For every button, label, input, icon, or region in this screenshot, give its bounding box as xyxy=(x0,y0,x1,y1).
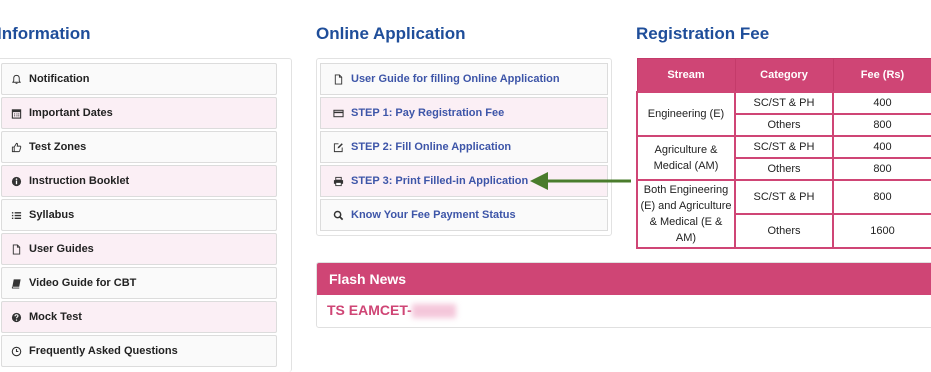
info-item-syllabus[interactable]: Syllabus xyxy=(1,199,277,231)
flash-news-text: TS EAMCET- xyxy=(327,302,412,318)
fee-cell: 800 xyxy=(832,179,931,215)
question-circle-icon xyxy=(10,311,22,323)
app-item-label: STEP 3: Print Filled-in Application xyxy=(351,175,529,187)
arrow-pointer-icon xyxy=(530,172,631,190)
info-item-label: Syllabus xyxy=(29,209,75,221)
info-item-label: Video Guide for CBT xyxy=(29,277,137,289)
category-cell: Others xyxy=(734,213,834,249)
table-row: Both Engineering (E) and Agriculture & M… xyxy=(636,179,931,249)
online-application-panel: User Guide for filling Online Applicatio… xyxy=(316,58,612,236)
info-item-important-dates[interactable]: Important Dates xyxy=(1,97,277,129)
info-item-test-zones[interactable]: Test Zones xyxy=(1,131,277,163)
fee-cell: 400 xyxy=(832,135,931,159)
stream-cell: Both Engineering (E) and Agriculture & M… xyxy=(636,179,736,249)
book-icon xyxy=(10,277,22,289)
stream-cell: Engineering (E) xyxy=(636,91,736,137)
online-application-heading: Online Application xyxy=(316,24,466,43)
step1-pay-fee-link[interactable]: STEP 1: Pay Registration Fee xyxy=(320,97,608,129)
fee-cell: 400 xyxy=(832,91,931,115)
app-item-label: Know Your Fee Payment Status xyxy=(351,209,516,221)
flash-news-panel: Flash News TS EAMCET- xyxy=(316,262,931,328)
info-item-label: Important Dates xyxy=(29,107,113,119)
fee-cell: 1600 xyxy=(832,213,931,249)
information-panel: Notification Important Dates Test Zones … xyxy=(0,58,292,372)
column-header-stream: Stream xyxy=(636,58,736,93)
info-circle-icon xyxy=(10,175,22,187)
info-item-label: Frequently Asked Questions xyxy=(29,345,178,357)
file-icon xyxy=(10,243,22,255)
category-cell: Others xyxy=(734,157,834,181)
category-cell: SC/ST & PH xyxy=(734,179,834,215)
category-cell: Others xyxy=(734,113,834,137)
info-item-user-guides[interactable]: User Guides xyxy=(1,233,277,265)
table-row: Agriculture & Medical (AM) SC/ST & PH 40… xyxy=(636,135,931,181)
clock-icon xyxy=(10,345,22,357)
info-item-label: Mock Test xyxy=(29,311,82,323)
info-item-label: Instruction Booklet xyxy=(29,175,130,187)
column-header-category: Category xyxy=(734,58,834,93)
info-item-label: Notification xyxy=(29,73,90,85)
stream-cell: Agriculture & Medical (AM) xyxy=(636,135,736,181)
flash-news-item[interactable]: TS EAMCET- xyxy=(317,295,931,319)
registration-fee-table: Stream Category Fee (Rs) Engineering (E)… xyxy=(636,58,931,249)
information-heading: Information xyxy=(0,24,91,43)
list-icon xyxy=(10,209,22,221)
column-header-fee: Fee (Rs) xyxy=(832,58,931,93)
info-item-faq[interactable]: Frequently Asked Questions xyxy=(1,335,277,367)
table-header-row: Stream Category Fee (Rs) xyxy=(636,58,931,93)
edit-icon xyxy=(332,141,344,153)
fee-cell: 800 xyxy=(832,113,931,137)
info-item-video-guide[interactable]: Video Guide for CBT xyxy=(1,267,277,299)
thumbs-up-icon xyxy=(10,141,22,153)
info-item-label: User Guides xyxy=(29,243,94,255)
category-cell: SC/ST & PH xyxy=(734,135,834,159)
credit-card-icon xyxy=(332,107,344,119)
app-item-label: STEP 1: Pay Registration Fee xyxy=(351,107,505,119)
bell-icon xyxy=(10,73,22,85)
category-cell: SC/ST & PH xyxy=(734,91,834,115)
user-guide-link[interactable]: User Guide for filling Online Applicatio… xyxy=(320,63,608,95)
app-item-label: User Guide for filling Online Applicatio… xyxy=(351,73,560,85)
blurred-text xyxy=(411,304,456,319)
fee-cell: 800 xyxy=(832,157,931,181)
fee-payment-status-link[interactable]: Know Your Fee Payment Status xyxy=(320,199,608,231)
app-item-label: STEP 2: Fill Online Application xyxy=(351,141,512,153)
table-row: Engineering (E) SC/ST & PH 400 xyxy=(636,91,931,137)
calendar-icon xyxy=(10,107,22,119)
info-item-notification[interactable]: Notification xyxy=(1,63,277,95)
info-item-instruction-booklet[interactable]: Instruction Booklet xyxy=(1,165,277,197)
file-icon xyxy=(332,73,344,85)
print-icon xyxy=(332,175,344,187)
search-icon xyxy=(332,209,344,221)
info-item-mock-test[interactable]: Mock Test xyxy=(1,301,277,333)
registration-fee-heading: Registration Fee xyxy=(636,24,770,43)
step2-fill-application-link[interactable]: STEP 2: Fill Online Application xyxy=(320,131,608,163)
flash-news-heading: Flash News xyxy=(317,263,931,295)
info-item-label: Test Zones xyxy=(29,141,87,153)
